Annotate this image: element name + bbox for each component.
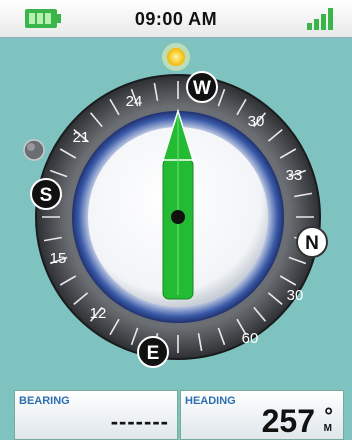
degree-label-30-right: 30 xyxy=(287,287,304,304)
degree-label-21: 21 xyxy=(73,129,90,146)
cardinal-west: W xyxy=(186,71,218,103)
heading-unit: M xyxy=(323,423,332,434)
degree-label-33: 33 xyxy=(286,167,303,184)
cardinal-east: E xyxy=(137,336,169,368)
bearing-value: ------- xyxy=(110,409,169,434)
svg-text:N: N xyxy=(305,233,319,254)
cardinal-north: N xyxy=(296,226,328,258)
status-time: 09:00 AM xyxy=(134,9,218,29)
bearing-label: BEARING xyxy=(19,395,70,407)
degree-label-12: 12 xyxy=(90,305,107,322)
cardinal-south: S xyxy=(30,178,62,210)
degree-label-60: 60 xyxy=(242,330,259,347)
heading-value: 257 xyxy=(261,403,315,439)
status-bar: 09:00 AM xyxy=(0,0,352,38)
needle-pivot xyxy=(171,210,185,224)
degree-label-15: 15 xyxy=(50,250,67,267)
heading-label: HEADING xyxy=(185,395,236,407)
degree-label-30-top: 30 xyxy=(248,113,265,130)
moon-icon xyxy=(23,139,45,161)
svg-text:S: S xyxy=(40,185,53,206)
signal-bars-icon xyxy=(307,8,333,30)
svg-text:E: E xyxy=(147,343,160,364)
compass[interactable]: 24 30 33 30 60 12 15 21 W S N E xyxy=(0,37,352,390)
degree-label-24: 24 xyxy=(126,93,143,110)
sun-icon xyxy=(162,43,190,71)
bearing-panel: BEARING ------- xyxy=(14,390,178,440)
svg-text:W: W xyxy=(193,78,211,99)
heading-panel: HEADING 257 ° M xyxy=(180,390,344,440)
